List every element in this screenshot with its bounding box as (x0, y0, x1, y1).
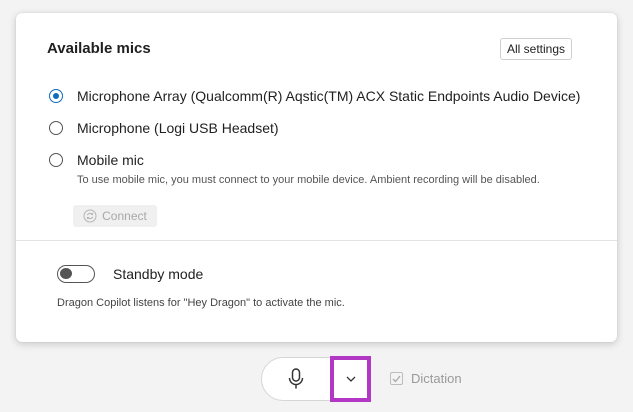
mobile-mic-note: To use mobile mic, you must connect to y… (77, 174, 540, 186)
panel-title: Available mics (47, 40, 151, 57)
microphone-button[interactable] (262, 358, 330, 400)
mic-option-mobile[interactable]: Mobile mic (49, 152, 144, 168)
divider (16, 240, 617, 241)
all-settings-button[interactable]: All settings (500, 38, 572, 60)
standby-label: Standby mode (113, 266, 204, 282)
standby-toggle[interactable] (57, 265, 95, 283)
chevron-down-icon (346, 376, 355, 382)
dictation-checkbox[interactable]: Dictation (390, 371, 462, 386)
standby-description: Dragon Copilot listens for "Hey Dragon" … (57, 297, 345, 309)
radio-icon[interactable] (49, 121, 63, 135)
checkbox[interactable] (390, 372, 403, 385)
refresh-icon (83, 209, 97, 223)
radio-icon[interactable] (49, 153, 63, 167)
mic-options-chevron-button[interactable] (330, 356, 371, 402)
mic-option-label: Mobile mic (77, 152, 144, 168)
dictation-label: Dictation (411, 371, 462, 386)
connect-button[interactable]: Connect (73, 205, 157, 227)
microphone-icon (288, 368, 304, 389)
mic-option-label: Microphone Array (Qualcomm(R) Aqstic(TM)… (77, 88, 581, 104)
available-mics-panel: Available mics All settings Microphone A… (16, 13, 617, 342)
mic-option-array[interactable]: Microphone Array (Qualcomm(R) Aqstic(TM)… (49, 88, 580, 104)
mic-option-logi[interactable]: Microphone (Logi USB Headset) (49, 120, 279, 136)
connect-label: Connect (102, 209, 147, 223)
mic-option-label: Microphone (Logi USB Headset) (77, 120, 279, 136)
checkmark-icon (392, 375, 401, 382)
radio-selected-icon[interactable] (49, 89, 63, 103)
toggle-knob (60, 268, 72, 279)
